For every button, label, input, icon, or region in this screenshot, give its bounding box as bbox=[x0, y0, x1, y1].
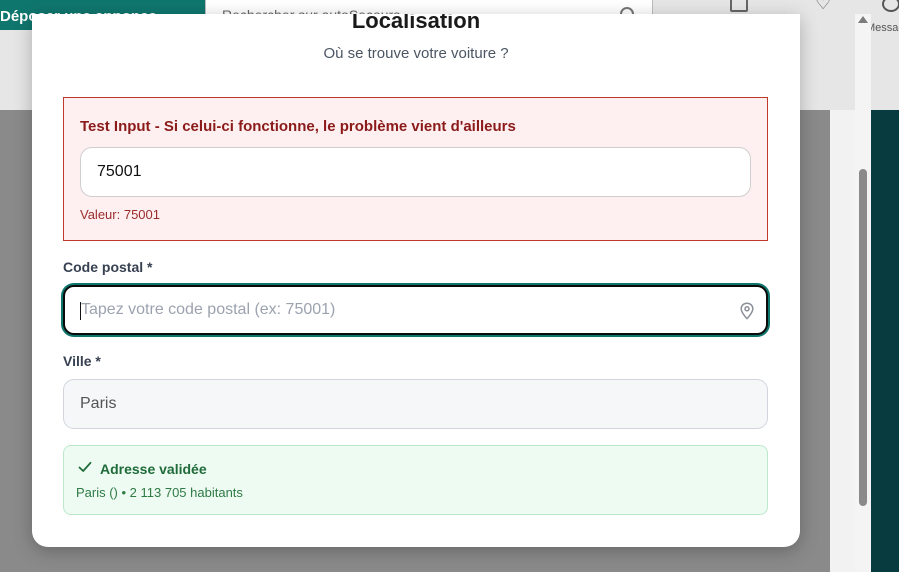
test-input-value-readout: Valeur: 75001 bbox=[80, 207, 160, 222]
postal-code-input[interactable] bbox=[63, 285, 768, 335]
text-caret bbox=[80, 302, 81, 320]
test-input-panel: Test Input - Si celui-ci fonctionne, le … bbox=[63, 97, 768, 241]
check-icon bbox=[78, 461, 92, 472]
modal-scrollbar[interactable] bbox=[855, 14, 871, 572]
location-modal: Localisation Où se trouve votre voiture … bbox=[32, 14, 800, 547]
message-icon[interactable] bbox=[882, 0, 899, 12]
heart-icon[interactable]: ♡ bbox=[815, 0, 831, 12]
scroll-thumb[interactable] bbox=[859, 169, 867, 506]
map-pin-icon bbox=[740, 302, 754, 320]
address-validated-detail: Paris () • 2 113 705 habitants bbox=[76, 485, 243, 500]
scroll-up-arrow-icon[interactable] bbox=[858, 16, 868, 23]
address-validated-title: Adresse validée bbox=[100, 461, 207, 477]
background-dark-panel bbox=[871, 110, 899, 572]
city-label: Ville * bbox=[63, 353, 101, 369]
test-input-label: Test Input - Si celui-ci fonctionne, le … bbox=[80, 118, 516, 135]
modal-subtitle: Où se trouve votre voiture ? bbox=[323, 45, 509, 62]
modal-title: Localisation bbox=[351, 14, 481, 33]
test-input-field[interactable] bbox=[80, 147, 751, 197]
city-input[interactable] bbox=[63, 379, 768, 429]
postal-code-label: Code postal * bbox=[63, 259, 153, 275]
bell-icon[interactable] bbox=[730, 0, 748, 12]
address-validated-panel: Adresse validée Paris () • 2 113 705 hab… bbox=[63, 445, 768, 515]
